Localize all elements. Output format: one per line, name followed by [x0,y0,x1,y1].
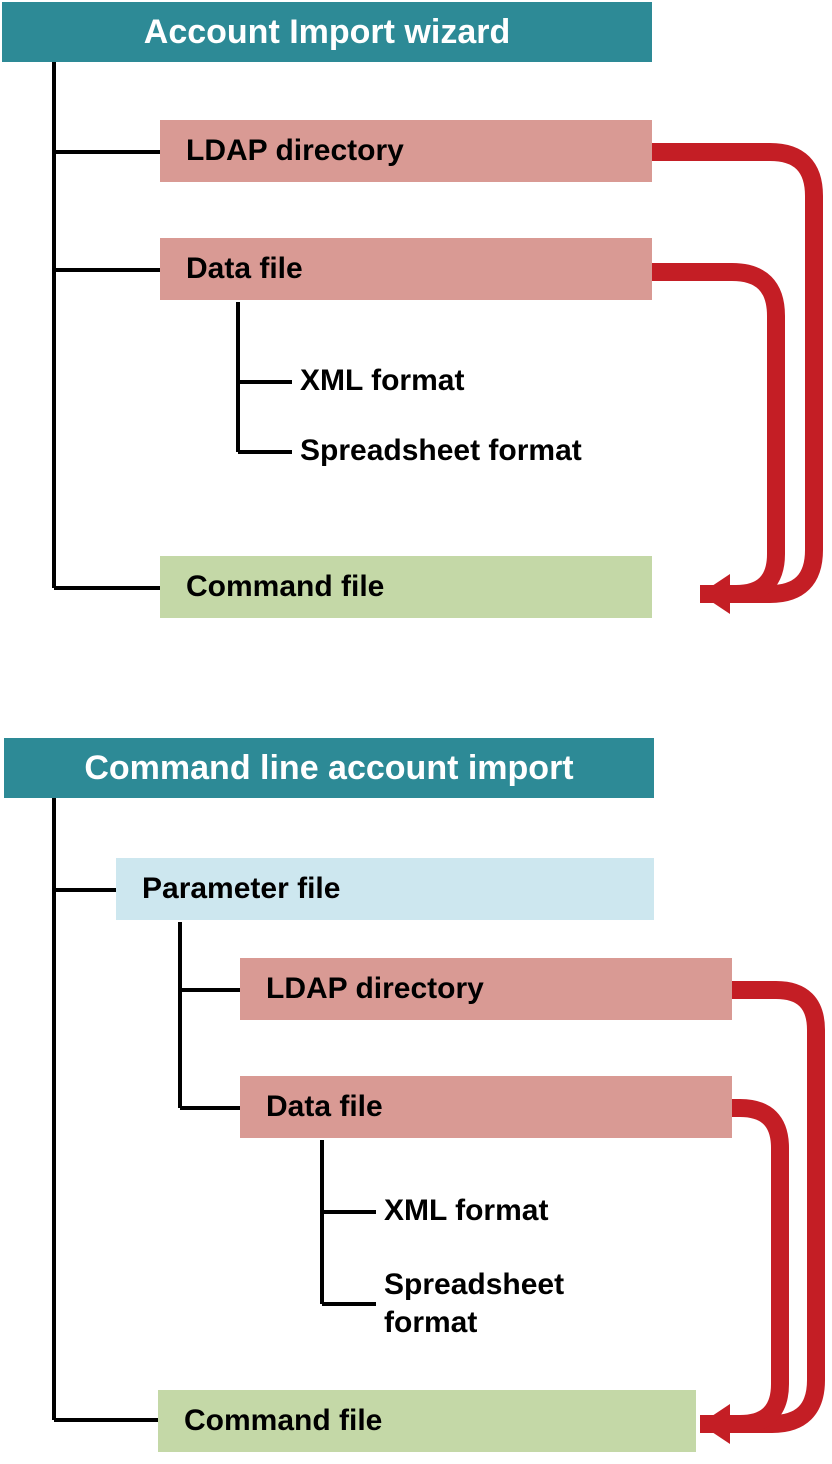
section2-paramfile: Parameter file [116,858,654,920]
section2-spreadsheet: Spreadsheet [384,1268,564,1302]
section1-ldap: LDAP directory [160,120,652,182]
section1-title: Account Import wizard [2,2,652,62]
section2-datafile: Data file [240,1076,732,1138]
connector-lines [0,0,832,1464]
section2-command: Command file [158,1390,696,1452]
section2-title: Command line account import [4,738,654,798]
diagram-canvas: Account Import wizard LDAP directory Dat… [0,0,832,1464]
section2-ldap: LDAP directory [240,958,732,1020]
section1-xml: XML format [300,364,464,398]
section1-datafile: Data file [160,238,652,300]
section1-spreadsheet: Spreadsheet format [300,434,582,468]
section2-format: format [384,1306,477,1340]
section1-command: Command file [160,556,652,618]
section2-xml: XML format [384,1194,548,1228]
